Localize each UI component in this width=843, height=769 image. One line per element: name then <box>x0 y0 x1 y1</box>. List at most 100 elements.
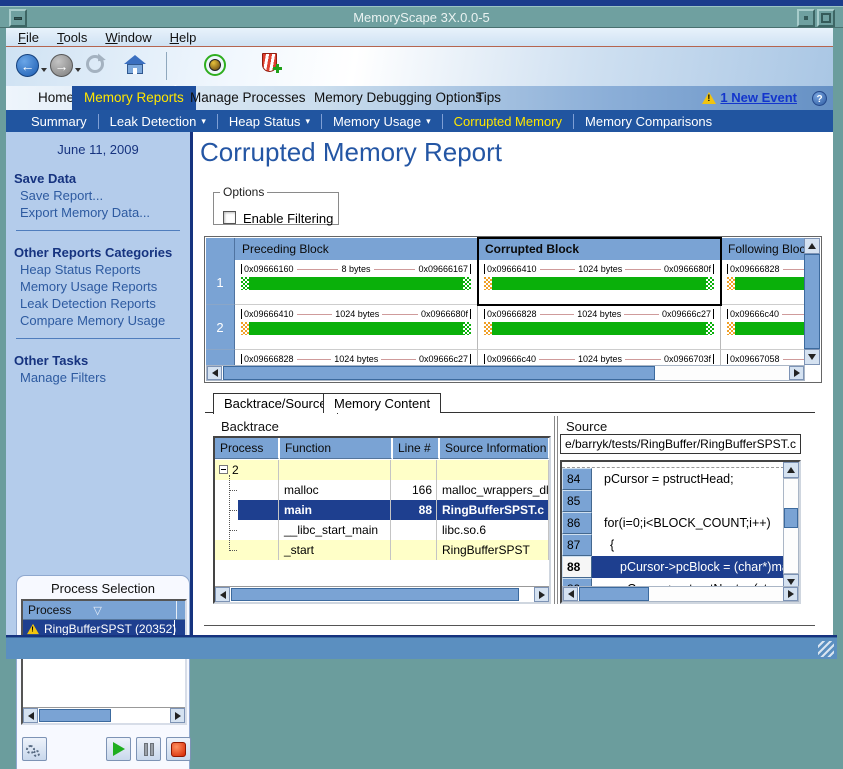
scroll-thumb[interactable] <box>223 366 655 380</box>
backtrace-row[interactable]: malloc 166 malloc_wrappers_dlop <box>215 480 549 500</box>
block-cell[interactable]: 0x096661608 bytes0x09666167 <box>235 260 478 305</box>
block-cell[interactable]: 0x09666828 <box>721 260 805 305</box>
tab-memory-content[interactable]: Memory Content <box>323 393 441 413</box>
section-other-reports: Other Reports Categories <box>14 245 190 260</box>
scroll-left-button[interactable] <box>207 366 222 380</box>
blocks-hscrollbar[interactable] <box>206 365 805 381</box>
source-hscrollbar[interactable] <box>562 586 799 602</box>
process-selection-title: Process Selection <box>17 581 189 596</box>
tab-tips[interactable]: Tips <box>464 86 513 110</box>
source-line: 84 pCursor = pstructHead; <box>562 468 786 490</box>
attach-debugger-icon[interactable] <box>204 54 226 76</box>
subnav-memory-usage[interactable]: Memory Usage▾ <box>321 114 442 129</box>
divider <box>16 230 180 231</box>
menu-tools[interactable]: Tools <box>57 30 87 45</box>
subnav-corrupted-memory[interactable]: Corrupted Memory <box>442 114 573 129</box>
line-number[interactable]: 87 <box>562 534 592 556</box>
report-date: June 11, 2009 <box>6 142 190 157</box>
scroll-up-button[interactable] <box>783 462 799 478</box>
link-leak-detection-reports[interactable]: Leak Detection Reports <box>20 296 190 311</box>
tree-collapse-icon[interactable] <box>219 465 228 474</box>
backtrace-row[interactable]: 2 <box>215 460 549 480</box>
halt-button[interactable] <box>136 737 161 761</box>
stop-button[interactable] <box>166 737 191 761</box>
home-icon[interactable] <box>124 55 146 75</box>
back-dropdown-icon[interactable] <box>41 68 47 72</box>
chevron-down-icon: ▾ <box>426 116 431 127</box>
sidebar: June 11, 2009 Save Data Save Report... E… <box>6 132 190 637</box>
new-event-link[interactable]: ! 1 New Event <box>702 90 797 105</box>
memoryscape-window: MemoryScape 3X.0.0-5 File Tools Window H… <box>0 0 843 669</box>
link-heap-status-reports[interactable]: Heap Status Reports <box>20 262 190 277</box>
scroll-left-button[interactable] <box>563 587 578 601</box>
titlebar[interactable]: MemoryScape 3X.0.0-5 <box>0 6 843 28</box>
line-number[interactable]: 86 <box>562 512 592 534</box>
menu-help[interactable]: Help <box>170 30 197 45</box>
report-subnav: Summary Leak Detection▾ Heap Status▾ Mem… <box>6 110 837 132</box>
link-memory-usage-reports[interactable]: Memory Usage Reports <box>20 279 190 294</box>
subnav-summary[interactable]: Summary <box>20 114 98 129</box>
scroll-right-button[interactable] <box>789 366 804 380</box>
forward-dropdown-icon[interactable] <box>75 68 81 72</box>
current-line-number[interactable]: 88 <box>562 556 592 578</box>
menu-window[interactable]: Window <box>105 30 151 45</box>
menu-file[interactable]: File <box>18 30 39 45</box>
memory-block-bar <box>484 322 714 335</box>
source-file-path[interactable]: e/barryk/tests/RingBuffer/RingBufferSPST… <box>560 434 801 454</box>
scroll-right-button[interactable] <box>534 587 549 602</box>
block-cell[interactable]: 0x09666c40 <box>721 305 805 350</box>
scroll-left-button[interactable] <box>215 587 230 602</box>
tab-backtrace-source[interactable]: Backtrace/Source <box>213 393 338 414</box>
block-cell[interactable]: 0x096668281024 bytes0x09666c27 <box>478 305 721 350</box>
scroll-thumb[interactable] <box>39 709 111 722</box>
toolbar-separator <box>166 52 167 80</box>
detail-bottom-border <box>204 625 815 626</box>
subnav-leak-detection[interactable]: Leak Detection▾ <box>98 114 217 129</box>
forward-button[interactable]: → <box>50 54 73 77</box>
subnav-memory-comparisons[interactable]: Memory Comparisons <box>573 114 723 129</box>
subnav-heap-status[interactable]: Heap Status▾ <box>217 114 321 129</box>
scroll-right-button[interactable] <box>783 587 798 601</box>
block-cell[interactable]: 0x09666c401024 bytes0x0966703f <box>478 350 721 366</box>
options-legend: Options <box>220 185 267 199</box>
enable-filtering-checkbox[interactable] <box>223 211 236 224</box>
resize-grip[interactable] <box>818 641 834 657</box>
source-vscrollbar[interactable] <box>783 478 799 574</box>
scroll-thumb[interactable] <box>784 508 798 528</box>
link-save-report[interactable]: Save Report... <box>20 188 190 203</box>
scroll-down-button[interactable] <box>804 349 820 365</box>
scroll-thumb[interactable] <box>231 588 519 601</box>
run-button[interactable] <box>106 737 131 761</box>
block-cell-selected[interactable]: 0x096664101024 bytes0x0966680f <box>478 260 721 305</box>
backtrace-row[interactable]: _start RingBufferSPST <box>215 540 549 560</box>
link-manage-filters[interactable]: Manage Filters <box>20 370 190 385</box>
block-cell[interactable]: 0x09667058 <box>721 350 805 366</box>
process-column-header[interactable]: Process ▽ <box>23 601 185 620</box>
tab-manage-processes[interactable]: Manage Processes <box>178 86 318 110</box>
process-list-hscrollbar[interactable] <box>23 707 185 723</box>
process-settings-button[interactable] <box>22 737 47 761</box>
help-icon[interactable]: ? <box>812 91 827 106</box>
minimize-button[interactable] <box>797 9 815 27</box>
scroll-thumb[interactable] <box>579 587 649 601</box>
backtrace-hscrollbar[interactable] <box>215 586 549 602</box>
block-cell[interactable]: 0x096668281024 bytes0x09666c27 <box>235 350 478 366</box>
scroll-right-button[interactable] <box>170 708 185 723</box>
back-button[interactable]: ← <box>16 54 39 77</box>
scroll-thumb[interactable] <box>804 254 820 349</box>
backtrace-row[interactable]: __libc_start_main libc.so.6 <box>215 520 549 540</box>
line-number[interactable]: 85 <box>562 490 592 512</box>
line-number[interactable]: 84 <box>562 468 592 490</box>
new-event-text[interactable]: 1 New Event <box>720 90 797 105</box>
backtrace-table: Process Function Line # Source Informati… <box>213 436 551 604</box>
source-line: 85 <box>562 490 786 512</box>
scroll-left-button[interactable] <box>23 708 38 723</box>
memory-debugging-icon[interactable] <box>262 53 277 72</box>
block-cell[interactable]: 0x096664101024 bytes0x0966680f <box>235 305 478 350</box>
link-compare-memory-usage[interactable]: Compare Memory Usage <box>20 313 190 328</box>
link-export-memory-data[interactable]: Export Memory Data... <box>20 205 190 220</box>
backtrace-row-selected[interactable]: main 88 RingBufferSPST.c <box>215 500 549 520</box>
maximize-button[interactable] <box>817 9 835 27</box>
scroll-up-button[interactable] <box>804 238 820 254</box>
refresh-icon[interactable] <box>86 55 104 73</box>
